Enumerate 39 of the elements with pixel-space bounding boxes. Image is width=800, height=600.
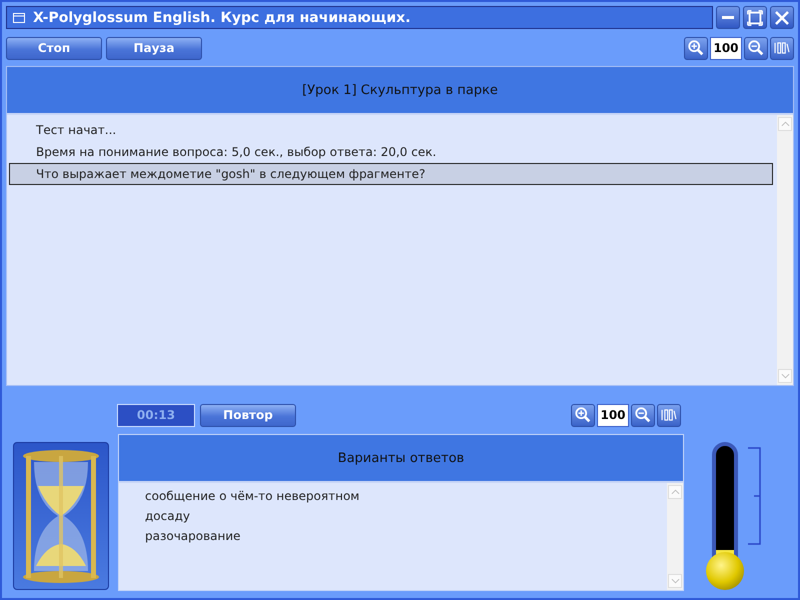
- window-icon: [13, 12, 25, 22]
- minimize-icon: [722, 16, 734, 19]
- zoom-in-button[interactable]: [571, 404, 595, 426]
- actual-size-button[interactable]: [770, 36, 794, 60]
- zoom-in-button[interactable]: [684, 36, 708, 60]
- log-line: Тест начат...: [35, 122, 118, 139]
- zoom-in-icon: [574, 406, 592, 424]
- chevron-up-icon: [780, 121, 790, 127]
- log-line: Время на понимание вопроса: 5,0 сек., выбор ответа: 20,0 сек.: [35, 144, 438, 161]
- zoom-field[interactable]: 100: [710, 36, 742, 60]
- actual-size-icon: [661, 409, 677, 421]
- close-icon: [775, 10, 789, 24]
- toolbar-button[interactable]: Пауза: [106, 36, 202, 60]
- answers-title: Варианты ответов: [119, 435, 683, 483]
- maximize-button[interactable]: [743, 6, 767, 29]
- actual-size-icon: [774, 42, 790, 54]
- repeat-button[interactable]: Повтор: [200, 404, 296, 426]
- zoom-out-icon: [634, 406, 652, 424]
- zoom-out-button[interactable]: [631, 404, 655, 426]
- minimize-button[interactable]: [716, 6, 740, 29]
- answer-option[interactable]: разочарование: [145, 526, 667, 546]
- chevron-down-icon: [780, 373, 790, 379]
- zoom-in-icon: [687, 39, 705, 57]
- actual-size-button[interactable]: [657, 404, 681, 426]
- answer-option[interactable]: досаду: [145, 506, 667, 526]
- toolbar-button[interactable]: Стоп: [6, 36, 102, 60]
- answer-option[interactable]: сообщение о чём-то невероятном: [145, 486, 667, 506]
- zoom-field[interactable]: 100: [597, 404, 629, 426]
- thermometer-bulb-icon: [706, 552, 744, 590]
- zoom-out-button[interactable]: [744, 36, 768, 60]
- lesson-title: [Урок 1] Скульптура в парке: [7, 67, 793, 115]
- maximize-icon: [746, 8, 764, 26]
- scale-bracket-icon: [747, 447, 761, 545]
- timer-display: 00:13: [117, 404, 195, 426]
- chevron-down-icon: [670, 578, 680, 584]
- window-title: X-Polyglossum English. Курс для начинающих.: [6, 6, 713, 29]
- zoom-out-icon: [747, 39, 765, 57]
- chevron-up-icon: [670, 489, 680, 495]
- close-button[interactable]: [770, 6, 794, 29]
